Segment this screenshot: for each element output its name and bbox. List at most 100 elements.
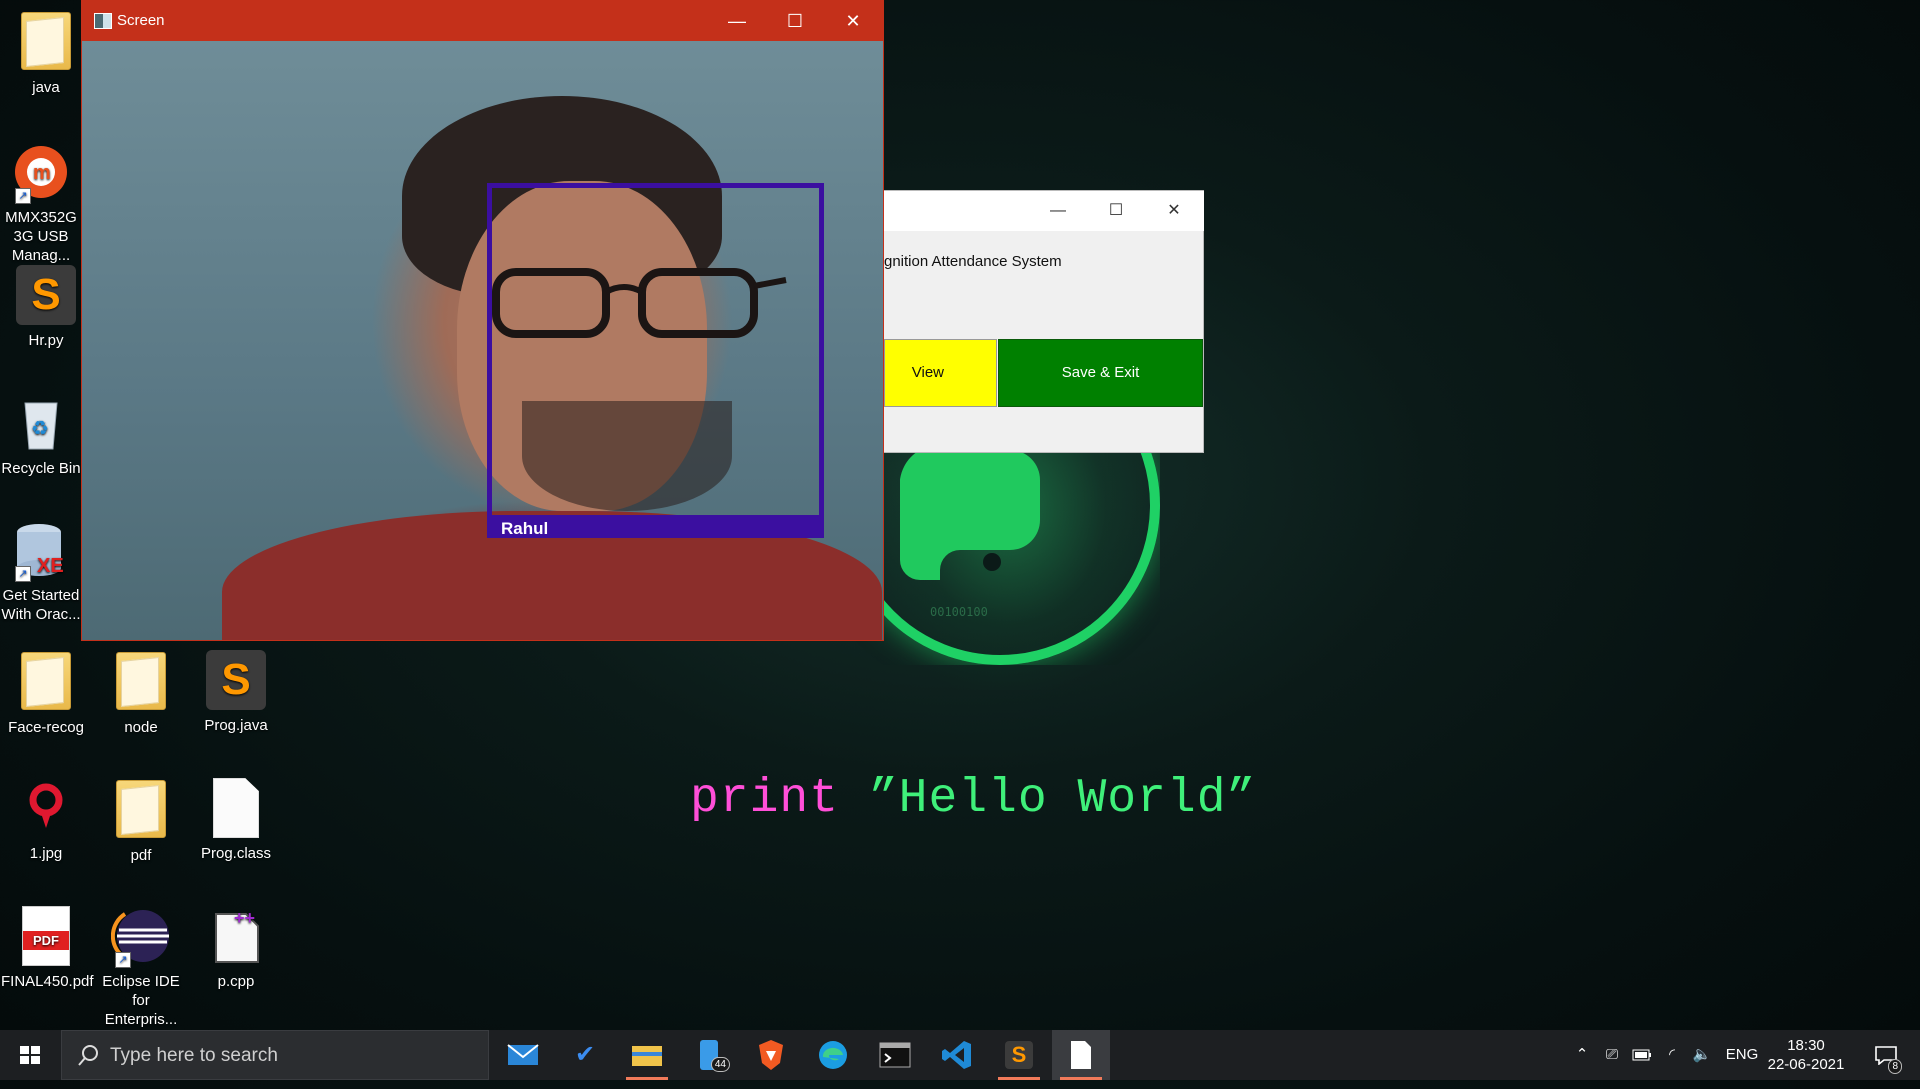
sublime-text-app[interactable]: S	[990, 1030, 1048, 1080]
chevron-up-icon: ⌃	[1575, 1046, 1589, 1063]
shortcut-arrow-icon: ↗	[115, 952, 131, 968]
mail-badge: 44	[710, 1057, 730, 1072]
volume-button[interactable]: 🔈	[1688, 1030, 1716, 1080]
desktop-icon-1-jpg[interactable]: 1.jpg	[1, 778, 91, 863]
desktop-icon-label: MMX352G 3G USB Manag...	[5, 209, 77, 264]
battery-button[interactable]	[1628, 1030, 1656, 1080]
cpp-file-icon: ++	[215, 908, 259, 963]
camera-window: Screen — ☐ ✕ Rahul	[81, 0, 884, 641]
recycle-bin-icon: ♻	[24, 402, 58, 450]
minimize-button[interactable]: —	[1029, 191, 1087, 231]
desktop-icon-pdf[interactable]: pdf	[96, 778, 186, 865]
maximize-button[interactable]: ☐	[1087, 191, 1145, 231]
attendance-titlebar[interactable]: — ☐ ✕	[884, 191, 1204, 231]
todo-app[interactable]: ✔	[556, 1030, 614, 1080]
desktop-icon-oracle[interactable]: XE ↗ Get Started With Orac...	[1, 520, 81, 624]
view-button[interactable]: View	[884, 339, 997, 407]
vscode-app[interactable]	[928, 1030, 986, 1080]
python-logo-icon	[900, 450, 1040, 580]
camera-feed: Rahul	[82, 41, 883, 640]
code-keyword: print	[690, 772, 840, 826]
desktop-icon-java[interactable]: java	[1, 10, 91, 97]
svg-text:++: ++	[234, 908, 255, 928]
desktop-icon-label: 1.jpg	[29, 845, 63, 862]
edge-browser-app[interactable]	[804, 1030, 862, 1080]
desktop-icon-p-cpp[interactable]: ++ p.cpp	[191, 906, 281, 991]
folder-icon	[116, 652, 166, 710]
desktop-icon-label: Get Started With Orac...	[1, 587, 81, 623]
battery-icon	[1632, 1049, 1651, 1061]
desktop-icon-label: p.cpp	[217, 973, 255, 990]
folder-icon	[21, 652, 71, 710]
notification-count: 8	[1888, 1059, 1902, 1074]
maximize-button[interactable]: ☐	[766, 1, 824, 41]
phone-app[interactable]: 44	[680, 1030, 738, 1080]
brave-lion-icon	[759, 1040, 783, 1070]
desktop-icon-label: Recycle Bin	[1, 460, 81, 477]
clock[interactable]: 18:30 22-06-2021	[1760, 1036, 1852, 1074]
attendance-heading: gnition Attendance System	[884, 253, 1062, 270]
desktop-icon-hr-py[interactable]: S Hr.py	[1, 265, 91, 350]
terminal-icon	[879, 1042, 911, 1068]
desktop-icon-label: Prog.java	[204, 717, 268, 734]
file-explorer-app[interactable]	[618, 1030, 676, 1080]
show-hidden-icons-button[interactable]: ⌃	[1570, 1030, 1594, 1080]
notepad-app[interactable]	[1052, 1030, 1110, 1080]
folder-icon	[21, 12, 71, 70]
pdf-file-icon: PDF	[22, 906, 70, 966]
checkmark-icon: ✔	[574, 1041, 596, 1068]
hello-world-code: print ”Hello World”	[690, 772, 1256, 826]
sublime-text-icon: S	[16, 265, 76, 325]
search-placeholder: Type here to search	[110, 1045, 278, 1066]
desktop-icon-label: java	[32, 79, 60, 96]
pdf-folder-icon	[116, 780, 166, 838]
binary-text: 00100100	[930, 605, 988, 619]
desktop-icon-label: node	[124, 719, 158, 736]
code-string: ”Hello World”	[839, 772, 1257, 826]
camera-icon: ⎚	[1605, 1046, 1618, 1063]
close-button[interactable]: ✕	[1145, 191, 1203, 231]
desktop-icon-label: pdf	[130, 847, 152, 864]
desktop-icon-recycle-bin[interactable]: ♻ Recycle Bin	[1, 393, 81, 478]
camera-titlebar[interactable]: Screen — ☐ ✕	[82, 1, 883, 41]
brave-browser-app[interactable]	[742, 1030, 800, 1080]
mail-app[interactable]	[494, 1030, 552, 1080]
language-indicator[interactable]: ENG	[1722, 1030, 1762, 1080]
desktop-icon-final450-pdf[interactable]: PDF FINAL450.pdf	[1, 906, 94, 991]
minimize-button[interactable]: —	[708, 1, 766, 41]
desktop-icon-prog-java[interactable]: S Prog.java	[191, 650, 281, 735]
meet-now-button[interactable]: ⎚	[1598, 1030, 1626, 1080]
shortcut-arrow-icon: ↗	[15, 188, 31, 204]
close-button[interactable]: ✕	[824, 1, 882, 41]
face-name-label: Rahul	[487, 518, 824, 538]
desktop-icon-eclipse[interactable]: ↗ Eclipse IDE for Enterpris...	[96, 906, 186, 1029]
action-center-button[interactable]: 8	[1866, 1030, 1906, 1080]
desktop-icon-label: Prog.class	[200, 845, 272, 862]
vscode-icon	[942, 1041, 971, 1069]
shortcut-arrow-icon: ↗	[15, 566, 31, 582]
svg-text:m: m	[33, 162, 51, 184]
svg-text:♻: ♻	[31, 418, 49, 440]
terminal-app[interactable]	[866, 1030, 924, 1080]
desktop-icon-label: Face-recog	[8, 719, 84, 736]
desktop-icon-label: Eclipse IDE for Enterpris...	[102, 973, 180, 1028]
app-icon	[94, 13, 112, 29]
wifi-icon: ◜	[1669, 1046, 1675, 1063]
clock-date: 22-06-2021	[1767, 1056, 1845, 1073]
sublime-text-icon: S	[206, 650, 266, 710]
start-button[interactable]	[0, 1030, 60, 1080]
save-exit-button[interactable]: Save & Exit	[998, 339, 1203, 407]
file-explorer-icon	[632, 1046, 662, 1066]
desktop-icon-node[interactable]: node	[96, 650, 186, 737]
desktop-icon-prog-class[interactable]: Prog.class	[191, 778, 281, 863]
desktop-icon-face-recog[interactable]: Face-recog	[1, 650, 91, 737]
desktop-icon-label: Hr.py	[28, 332, 64, 349]
window-title: Screen	[117, 12, 165, 29]
desktop-icon-mmx352g[interactable]: m ↗ MMX352G 3G USB Manag...	[1, 142, 81, 265]
taskbar-search-box[interactable]: Type here to search	[61, 1030, 489, 1080]
detected-name: Rahul	[501, 519, 549, 538]
svg-text:XE: XE	[37, 555, 64, 577]
file-icon	[213, 778, 259, 838]
network-button[interactable]: ◜	[1658, 1030, 1686, 1080]
image-viewer-icon	[29, 783, 63, 828]
